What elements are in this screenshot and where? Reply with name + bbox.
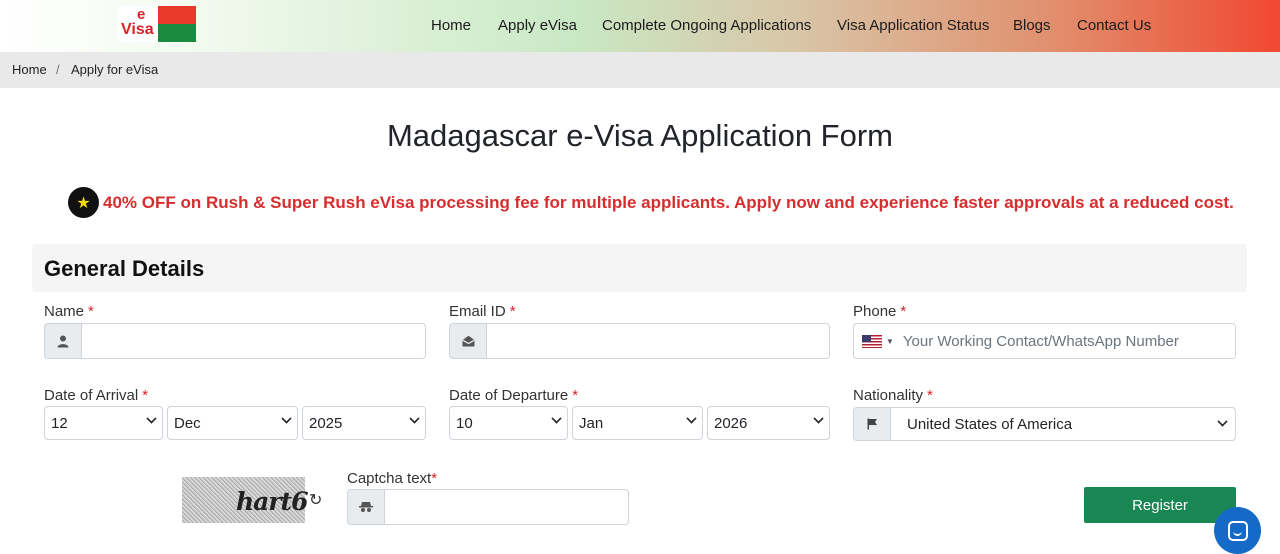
breadcrumb-separator: / xyxy=(56,62,60,77)
phone-label: Phone * xyxy=(853,303,907,320)
chat-widget-button[interactable] xyxy=(1214,507,1261,554)
top-navbar: e Visa Home Apply eVisa Complete Ongoing… xyxy=(0,0,1280,52)
register-button[interactable]: Register xyxy=(1084,487,1236,523)
nav-apply-evisa[interactable]: Apply eVisa xyxy=(498,0,577,50)
nav-blogs[interactable]: Blogs xyxy=(1013,0,1051,50)
arrival-day-select[interactable]: 12 xyxy=(44,406,163,440)
nav-visa-status[interactable]: Visa Application Status xyxy=(837,0,989,50)
chevron-down-icon xyxy=(409,413,420,424)
chevron-down-icon xyxy=(551,413,562,424)
breadcrumb-current: Apply for eVisa xyxy=(71,62,159,77)
breadcrumb-home[interactable]: Home xyxy=(12,62,47,77)
section-header: General Details xyxy=(32,244,1247,292)
arrival-month-select[interactable]: Dec xyxy=(167,406,298,440)
phone-input[interactable] xyxy=(902,325,1235,357)
refresh-icon[interactable]: ↻ xyxy=(309,490,322,510)
nationality-label: Nationality * xyxy=(853,387,933,404)
email-label: Email ID * xyxy=(449,303,516,320)
incognito-icon xyxy=(347,489,384,525)
departure-day-select[interactable]: 10 xyxy=(449,406,568,440)
logo-word: Visa xyxy=(121,21,154,38)
captcha-input[interactable] xyxy=(384,489,629,525)
user-icon xyxy=(44,323,81,359)
email-input-group xyxy=(449,323,830,359)
promo-text: 40% OFF on Rush & Super Rush eVisa proce… xyxy=(103,193,1234,212)
name-input-group xyxy=(44,323,426,359)
chevron-down-icon xyxy=(146,413,157,424)
chevron-down-icon xyxy=(281,413,292,424)
name-label: Name * xyxy=(44,303,94,320)
nationality-select[interactable]: United States of America xyxy=(890,407,1236,441)
flag-icon xyxy=(853,407,890,441)
madagascar-flag-icon xyxy=(158,6,196,42)
nav-contact-us[interactable]: Contact Us xyxy=(1077,0,1151,50)
nationality-input-group: United States of America xyxy=(853,407,1236,441)
us-flag-icon[interactable] xyxy=(862,334,882,348)
chevron-down-icon xyxy=(686,413,697,424)
chevron-down-icon xyxy=(1217,416,1228,427)
nav-complete-ongoing[interactable]: Complete Ongoing Applications xyxy=(602,0,811,50)
arrival-year-select[interactable]: 2025 xyxy=(302,406,426,440)
phone-input-group: ▼ xyxy=(853,323,1236,359)
captcha-label: Captcha text* xyxy=(347,470,438,487)
chat-icon xyxy=(1227,520,1248,541)
name-input[interactable] xyxy=(81,323,426,359)
departure-label: Date of Departure * xyxy=(449,387,579,404)
evisa-logo[interactable]: e Visa xyxy=(118,6,196,42)
departure-year-select[interactable]: 2026 xyxy=(707,406,830,440)
section-title: General Details xyxy=(44,256,205,281)
star-icon: ★ xyxy=(68,187,99,218)
arrival-label: Date of Arrival * xyxy=(44,387,149,404)
nav-home[interactable]: Home xyxy=(431,0,471,50)
caret-down-icon[interactable]: ▼ xyxy=(886,337,894,346)
envelope-open-icon xyxy=(449,323,486,359)
breadcrumb: Home / Apply for eVisa xyxy=(0,52,1280,88)
departure-month-select[interactable]: Jan xyxy=(572,406,703,440)
captcha-image: hart6 xyxy=(182,477,308,523)
page-title: Madagascar e-Visa Application Form xyxy=(386,118,893,153)
email-input[interactable] xyxy=(486,323,830,359)
captcha-input-group xyxy=(347,489,629,525)
chevron-down-icon xyxy=(813,413,824,424)
